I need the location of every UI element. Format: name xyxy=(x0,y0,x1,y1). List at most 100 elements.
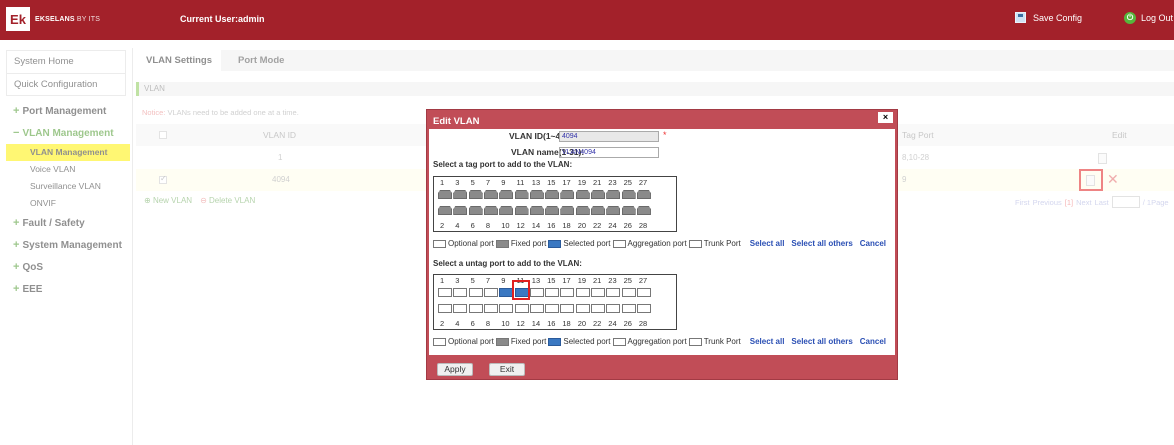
untag-port-16[interactable] xyxy=(545,304,560,313)
untag-port-panel: 1 3 5 7 9 11 13 15 17 19 21 23 25 27 2 4 6 8 10 12 14 16 18 20 2… xyxy=(433,274,677,330)
current-user: Current User:admin xyxy=(180,14,265,24)
tag-port-9[interactable] xyxy=(499,190,514,199)
port-number-label: 7 xyxy=(485,276,491,285)
legend-selected: Selected port xyxy=(563,337,611,346)
untag-port-15[interactable] xyxy=(545,288,560,297)
tag-port-10[interactable] xyxy=(499,206,514,215)
legend-optional: Optional port xyxy=(448,239,494,248)
port-number-label: 9 xyxy=(501,178,506,187)
tag-port-13[interactable] xyxy=(529,190,544,199)
untag-port-23[interactable] xyxy=(606,288,621,297)
legend-optional: Optional port xyxy=(448,337,494,346)
tag-port-20[interactable] xyxy=(575,206,590,215)
tag-port-15[interactable] xyxy=(545,190,560,199)
tag-port-7[interactable] xyxy=(483,190,498,199)
logo-text: EKSELANS BY ITS xyxy=(35,16,100,23)
tag-port-2[interactable] xyxy=(438,206,452,215)
tag-port-18[interactable] xyxy=(560,206,575,215)
legend-aggregation: Aggregation port xyxy=(627,337,687,346)
untag-cancel-link[interactable]: Cancel xyxy=(860,337,886,346)
tag-port-12[interactable] xyxy=(514,206,529,215)
dialog-body: VLAN ID(1~4094): 4094 * VLAN name(1-31):… xyxy=(429,129,895,355)
untag-port-20[interactable] xyxy=(575,304,590,313)
tag-port-3[interactable] xyxy=(453,190,468,199)
close-icon[interactable]: × xyxy=(878,112,893,123)
untag-port-3[interactable] xyxy=(453,288,468,297)
tag-port-panel: 1 3 5 7 9 11 13 15 17 19 21 23 25 27 2 4 6 8 10 12 14 16 18 20 2… xyxy=(433,176,677,232)
tag-port-25[interactable] xyxy=(621,190,636,199)
untag-port-19[interactable] xyxy=(575,288,590,297)
untag-select-others-link[interactable]: Select all others xyxy=(791,337,852,346)
vlan-name-field[interactable]: VLAN4094 xyxy=(559,147,659,158)
legend-trunk: Trunk Port xyxy=(703,239,741,248)
untag-port-17[interactable] xyxy=(560,288,575,297)
untag-port-7[interactable] xyxy=(483,288,498,297)
untag-port-14[interactable] xyxy=(529,304,544,313)
logo: Ek EKSELANS BY ITS xyxy=(6,7,100,31)
port-number-label: 18 xyxy=(562,319,571,328)
tag-port-28[interactable] xyxy=(636,206,651,215)
port-number-label: 8 xyxy=(485,319,491,328)
tag-port-17[interactable] xyxy=(560,190,575,199)
tag-port-23[interactable] xyxy=(606,190,621,199)
untag-port-5[interactable] xyxy=(468,288,483,297)
tag-cancel-link[interactable]: Cancel xyxy=(860,239,886,248)
tag-port-14[interactable] xyxy=(529,206,544,215)
port-number-label: 28 xyxy=(638,319,648,328)
untag-port-10[interactable] xyxy=(499,304,514,313)
port-number-label: 21 xyxy=(593,276,602,285)
untag-port-6[interactable] xyxy=(468,304,483,313)
tag-port-1[interactable] xyxy=(438,190,452,199)
untag-port-1[interactable] xyxy=(438,288,452,297)
port-number-label: 27 xyxy=(638,276,648,285)
port-highlight xyxy=(511,280,530,300)
logo-mark: Ek xyxy=(6,7,30,31)
tag-port-19[interactable] xyxy=(575,190,590,199)
port-number-label: 13 xyxy=(531,178,541,187)
tag-port-27[interactable] xyxy=(636,190,651,199)
untag-port-2[interactable] xyxy=(438,304,452,313)
port-number-label: 19 xyxy=(577,178,587,187)
untag-port-18[interactable] xyxy=(560,304,575,313)
untag-port-13[interactable] xyxy=(529,288,544,297)
dialog-title: Edit VLAN xyxy=(433,116,480,127)
untag-port-25[interactable] xyxy=(621,288,636,297)
port-number-label: 5 xyxy=(470,178,475,187)
tag-port-8[interactable] xyxy=(483,206,498,215)
tag-port-4[interactable] xyxy=(453,206,468,215)
tag-port-6[interactable] xyxy=(468,206,483,215)
tag-select-all-link[interactable]: Select all xyxy=(750,239,785,248)
port-number-label: 17 xyxy=(562,178,571,187)
tag-select-others-link[interactable]: Select all others xyxy=(791,239,852,248)
tag-port-24[interactable] xyxy=(606,206,621,215)
port-number-label: 1 xyxy=(440,276,445,285)
vlan-id-field: 4094 xyxy=(559,131,659,142)
logout-button[interactable]: ⏻ Log Out xyxy=(1124,12,1173,24)
port-number-label: 3 xyxy=(455,178,460,187)
untag-port-21[interactable] xyxy=(591,288,605,297)
tag-port-21[interactable] xyxy=(591,190,605,199)
untag-port-24[interactable] xyxy=(606,304,621,313)
tag-port-26[interactable] xyxy=(621,206,636,215)
tag-port-5[interactable] xyxy=(468,190,483,199)
untag-port-28[interactable] xyxy=(636,304,651,313)
untag-port-22[interactable] xyxy=(591,304,605,313)
untag-select-all-link[interactable]: Select all xyxy=(750,337,785,346)
untag-port-27[interactable] xyxy=(636,288,651,297)
untag-port-8[interactable] xyxy=(483,304,498,313)
tag-port-16[interactable] xyxy=(545,206,560,215)
untag-port-4[interactable] xyxy=(453,304,468,313)
tag-port-11[interactable] xyxy=(514,190,529,199)
untag-port-26[interactable] xyxy=(621,304,636,313)
port-number-label: 24 xyxy=(608,221,617,230)
apply-button[interactable]: Apply xyxy=(437,363,473,376)
legend-fixed: Fixed port xyxy=(510,239,547,248)
save-config-button[interactable]: Save Config xyxy=(1015,12,1082,23)
tag-port-22[interactable] xyxy=(591,206,605,215)
exit-button[interactable]: Exit xyxy=(489,363,525,376)
legend-fixed: Fixed port xyxy=(510,337,547,346)
untag-port-12[interactable] xyxy=(514,304,529,313)
top-bar: Ek EKSELANS BY ITS Current User:admin Sa… xyxy=(0,0,1174,40)
trunk-port-icon xyxy=(688,337,702,346)
power-icon: ⏻ xyxy=(1124,12,1136,24)
